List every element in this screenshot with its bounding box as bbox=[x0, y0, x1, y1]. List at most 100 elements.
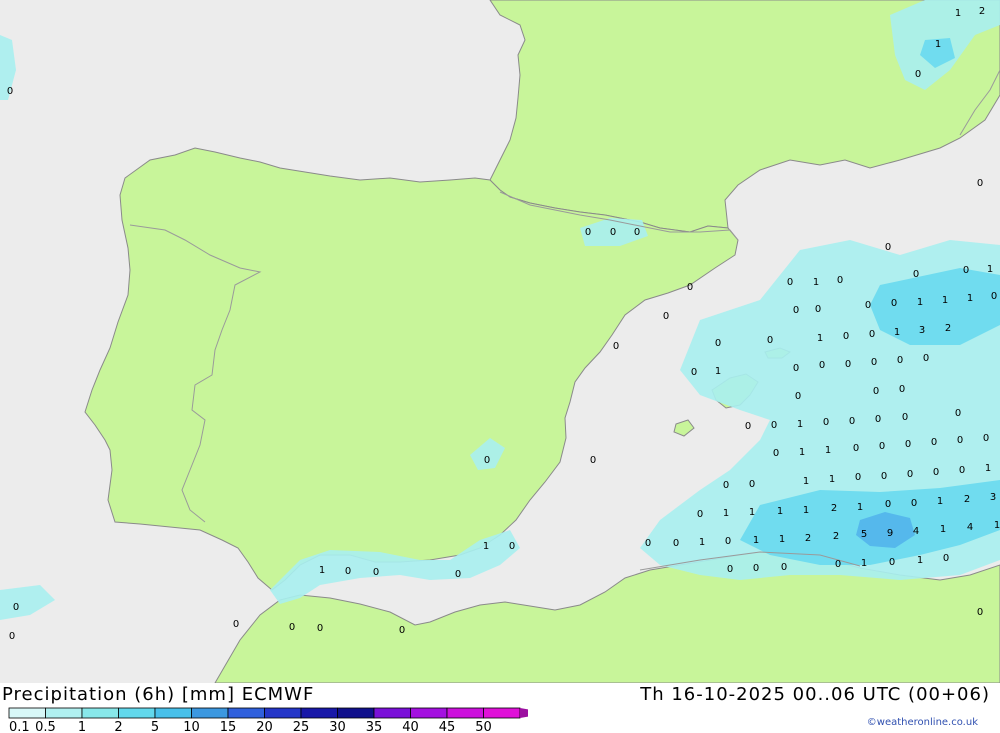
precip-value-label: 0 bbox=[373, 567, 379, 578]
precip-value-label: 3 bbox=[919, 325, 925, 336]
scale-label: 20 bbox=[256, 720, 273, 733]
precip-value-label: 0 bbox=[673, 538, 679, 549]
precip-value-label: 1 bbox=[940, 524, 946, 535]
precipitation-color-scale: 0.1 0.5 1 2 5 10 15 20 25 30 35 40 45 50 bbox=[8, 707, 528, 733]
precip-value-label: 0 bbox=[873, 386, 879, 397]
precip-value-label: 9 bbox=[887, 528, 893, 539]
precip-value-label: 0 bbox=[991, 291, 997, 302]
precip-value-label: 0 bbox=[865, 300, 871, 311]
precip-value-label: 0 bbox=[907, 469, 913, 480]
precip-value-label: 3 bbox=[990, 492, 996, 503]
precip-value-label: 1 bbox=[799, 447, 805, 458]
precipitation-map: 0 1 2 1 0 0 0 0 0 0 0 0 1 0 0 0 1 0 0 0 0 0 1 1 1 0 0 0 0 1 0 0 1 3 2 0 1 0 0 0… bbox=[0, 0, 1000, 683]
precip-value-label: 0 bbox=[745, 421, 751, 432]
precip-value-label: 0 bbox=[853, 443, 859, 454]
precip-value-label: 0 bbox=[905, 439, 911, 450]
precip-value-label: 2 bbox=[833, 531, 839, 542]
precip-value-label: 0 bbox=[959, 465, 965, 476]
precip-value-label: 0 bbox=[955, 408, 961, 419]
scale-label: 25 bbox=[293, 720, 310, 733]
precip-value-label: 4 bbox=[967, 522, 973, 533]
precip-value-label: 0 bbox=[931, 437, 937, 448]
scale-label: 30 bbox=[329, 720, 346, 733]
scale-label: 45 bbox=[439, 720, 456, 733]
precip-value-label: 0 bbox=[727, 564, 733, 575]
precip-value-label: 0 bbox=[585, 227, 591, 238]
precip-value-label: 0 bbox=[885, 499, 891, 510]
scale-swatch bbox=[483, 707, 521, 719]
precip-value-label: 0 bbox=[753, 563, 759, 574]
precip-value-label: 0 bbox=[687, 282, 693, 293]
scale-swatch bbox=[8, 707, 46, 719]
precip-value-label: 0 bbox=[767, 335, 773, 346]
precip-value-label: 0 bbox=[977, 178, 983, 189]
precip-value-label: 0 bbox=[869, 329, 875, 340]
precip-value-label: 2 bbox=[831, 503, 837, 514]
precip-value-label: 0 bbox=[509, 541, 515, 552]
precip-value-label: 1 bbox=[987, 264, 993, 275]
precip-value-label: 0 bbox=[455, 569, 461, 580]
precip-value-label: 0 bbox=[855, 472, 861, 483]
precip-value-label: 0 bbox=[849, 416, 855, 427]
precip-value-label: 1 bbox=[797, 419, 803, 430]
precip-value-label: 0 bbox=[977, 607, 983, 618]
precip-value-label: 0 bbox=[879, 441, 885, 452]
scale-label: 2 bbox=[114, 720, 122, 733]
precip-value-label: 1 bbox=[319, 565, 325, 576]
precip-value-label: 1 bbox=[483, 541, 489, 552]
precip-value-label: 1 bbox=[937, 496, 943, 507]
precip-value-label: 0 bbox=[963, 265, 969, 276]
scale-swatch bbox=[446, 707, 484, 719]
precip-value-label: 0 bbox=[13, 602, 19, 613]
scale-label: 50 bbox=[475, 720, 492, 733]
precip-value-label: 0 bbox=[911, 498, 917, 509]
precip-value-label: 1 bbox=[699, 537, 705, 548]
precip-value-label: 0 bbox=[902, 412, 908, 423]
credit-link[interactable]: ©weatheronline.co.uk bbox=[867, 717, 978, 728]
precip-value-label: 1 bbox=[779, 534, 785, 545]
precip-value-label: 1 bbox=[994, 520, 1000, 531]
precip-value-label: 0 bbox=[9, 631, 15, 642]
scale-label: 35 bbox=[366, 720, 383, 733]
precip-value-label: 0 bbox=[823, 417, 829, 428]
scale-arrow bbox=[520, 708, 528, 718]
precip-value-label: 0 bbox=[913, 269, 919, 280]
precip-value-label: 0 bbox=[645, 538, 651, 549]
precip-value-label: 1 bbox=[935, 39, 941, 50]
scale-swatch bbox=[81, 707, 119, 719]
precip-value-label: 0 bbox=[957, 435, 963, 446]
precip-value-label: 0 bbox=[943, 553, 949, 564]
precip-value-label: 0 bbox=[590, 455, 596, 466]
precip-value-label: 0 bbox=[897, 355, 903, 366]
precip-value-label: 1 bbox=[985, 463, 991, 474]
precip-value-label: 0 bbox=[815, 304, 821, 315]
precip-value-label: 0 bbox=[723, 480, 729, 491]
precip-value-label: 0 bbox=[289, 622, 295, 633]
precip-value-label: 0 bbox=[7, 86, 13, 97]
precip-value-label: 0 bbox=[715, 338, 721, 349]
precip-value-label: 0 bbox=[691, 367, 697, 378]
precip-value-label: 1 bbox=[813, 277, 819, 288]
precip-value-label: 1 bbox=[917, 555, 923, 566]
precip-value-label: 1 bbox=[917, 297, 923, 308]
scale-swatch bbox=[410, 707, 448, 719]
precip-value-label: 0 bbox=[819, 360, 825, 371]
precip-value-label: 1 bbox=[777, 506, 783, 517]
precip-value-label: 2 bbox=[805, 533, 811, 544]
scale-swatch bbox=[154, 707, 192, 719]
scale-label: 0.1 bbox=[9, 720, 30, 733]
precip-value-label: 0 bbox=[233, 619, 239, 630]
precip-value-label: 0 bbox=[725, 536, 731, 547]
precip-value-label: 1 bbox=[942, 295, 948, 306]
scale-label: 10 bbox=[183, 720, 200, 733]
precip-value-label: 0 bbox=[845, 359, 851, 370]
precip-value-label: 2 bbox=[979, 6, 985, 17]
precip-value-label: 5 bbox=[861, 529, 867, 540]
precip-value-label: 0 bbox=[697, 509, 703, 520]
scale-label: 5 bbox=[151, 720, 159, 733]
precip-value-label: 1 bbox=[825, 445, 831, 456]
precip-value-label: 1 bbox=[753, 535, 759, 546]
precip-value-label: 1 bbox=[955, 8, 961, 19]
precip-value-label: 0 bbox=[399, 625, 405, 636]
precip-value-label: 0 bbox=[889, 557, 895, 568]
